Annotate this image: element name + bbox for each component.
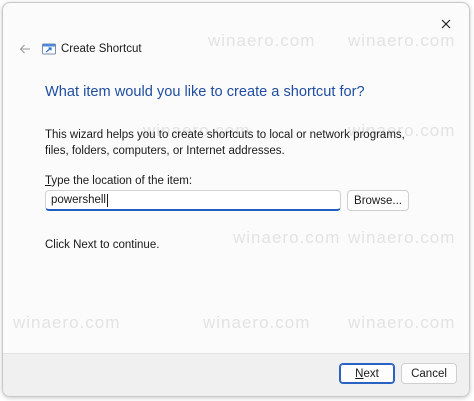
- next-label: ext: [363, 367, 379, 380]
- next-hint: Click Next to continue.: [45, 239, 160, 251]
- location-input-value: powershell: [51, 194, 106, 206]
- watermark: winaero.com: [348, 228, 456, 247]
- browse-button[interactable]: Browse...: [347, 190, 409, 211]
- location-field-label: Type the location of the item:: [45, 175, 192, 187]
- shortcut-wizard-icon: [42, 43, 56, 55]
- watermark: winaero.com: [348, 313, 456, 332]
- text-caret: [106, 193, 108, 207]
- cancel-button[interactable]: Cancel: [401, 363, 457, 384]
- watermark: winaero.com: [203, 313, 311, 332]
- back-arrow-icon: [19, 44, 30, 54]
- back-button[interactable]: [13, 37, 37, 61]
- watermark: winaero.com: [13, 313, 121, 332]
- wizard-description: This wizard helps you to create shortcut…: [45, 129, 405, 157]
- close-button[interactable]: [429, 9, 463, 39]
- create-shortcut-dialog: winaero.com winaero.com winaero.com wina…: [2, 2, 470, 397]
- label-text: ype the location of the item:: [51, 175, 193, 187]
- page-heading: What item would you like to create a sho…: [45, 84, 365, 100]
- next-accelerator: N: [355, 367, 364, 380]
- location-input[interactable]: powershell: [45, 190, 341, 211]
- dialog-footer: [3, 353, 469, 396]
- close-icon: [441, 19, 451, 29]
- watermark: winaero.com: [208, 31, 316, 50]
- dialog-title: Create Shortcut: [61, 43, 142, 55]
- next-button[interactable]: Next: [339, 363, 395, 384]
- watermark: winaero.com: [233, 228, 341, 247]
